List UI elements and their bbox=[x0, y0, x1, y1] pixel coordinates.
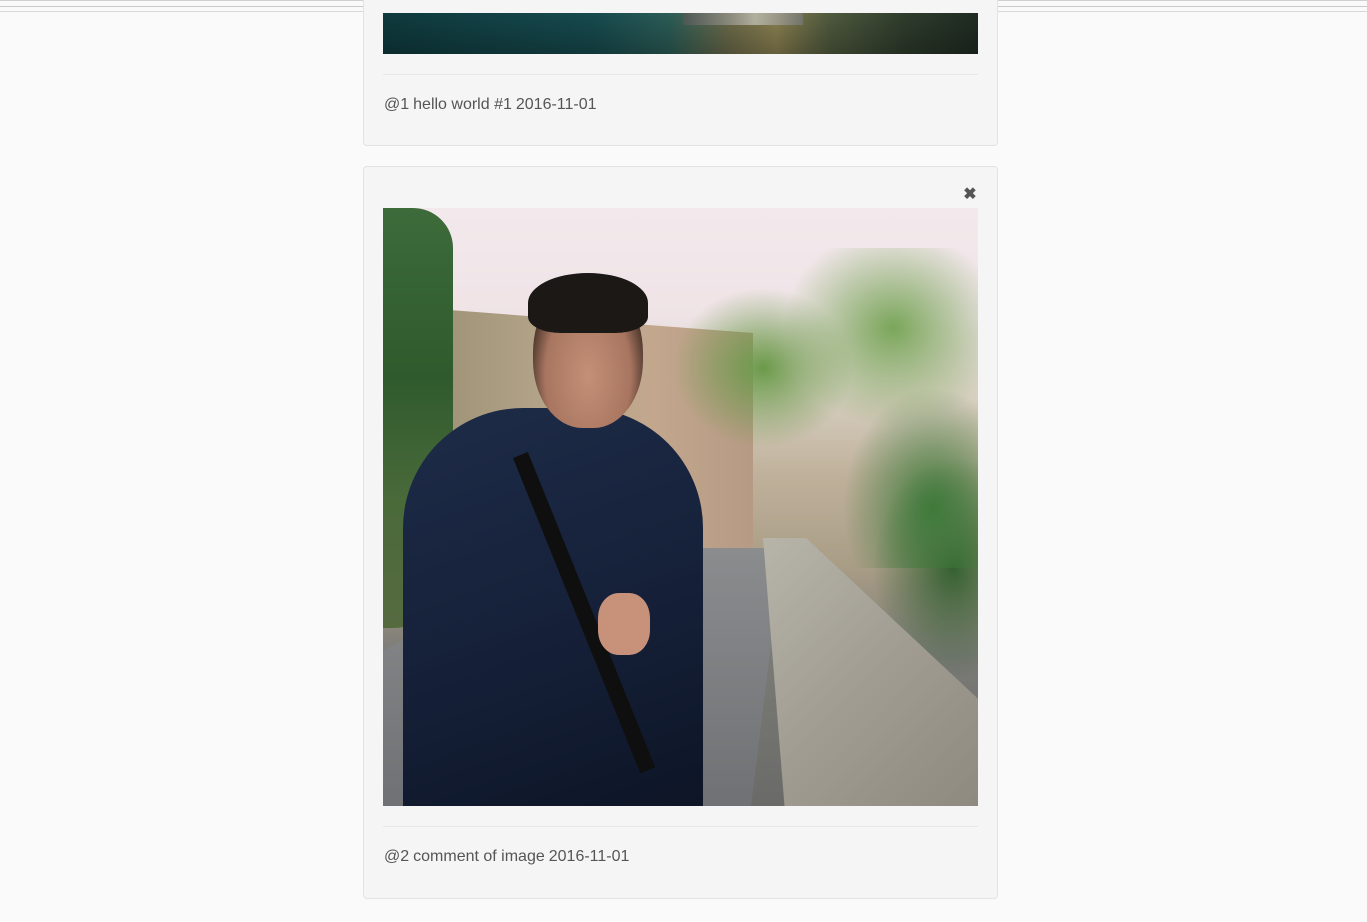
divider bbox=[383, 74, 978, 75]
post-user-tag: @1 bbox=[384, 96, 410, 113]
post-user-tag: @2 bbox=[384, 848, 410, 865]
post-image bbox=[383, 208, 978, 806]
post-card: @1 hello world #1 2016-11-01 bbox=[363, 0, 998, 146]
person-jacket bbox=[403, 408, 703, 806]
person-hand bbox=[598, 593, 650, 655]
post-text: hello world #1 bbox=[413, 96, 512, 113]
image-trees bbox=[663, 248, 978, 568]
divider bbox=[383, 826, 978, 827]
post-text: comment of image bbox=[413, 848, 545, 865]
image-railing bbox=[763, 538, 978, 806]
post-card: ✖ @2 comment of image 2016-11-01 bbox=[363, 166, 998, 899]
post-date: 2016-11-01 bbox=[548, 848, 630, 865]
person-hair bbox=[528, 273, 648, 333]
image-person bbox=[403, 273, 703, 806]
close-icon[interactable]: ✖ bbox=[963, 187, 977, 203]
post-caption: @1 hello world #1 2016-11-01 bbox=[384, 96, 597, 114]
post-date: 2016-11-01 bbox=[515, 96, 597, 113]
post-image bbox=[383, 13, 978, 54]
post-caption: @2 comment of image 2016-11-01 bbox=[384, 848, 629, 866]
image-detail bbox=[683, 13, 803, 25]
